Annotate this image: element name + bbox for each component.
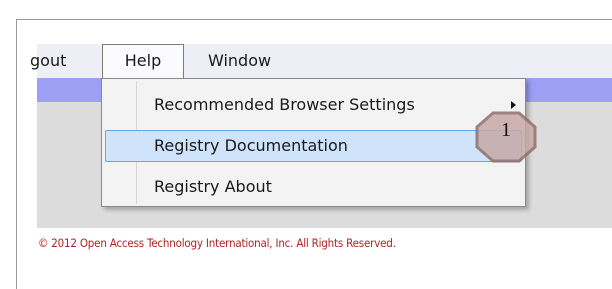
menu-item-registry-documentation[interactable]: Registry Documentation: [105, 130, 522, 162]
menu-help[interactable]: Help: [102, 44, 184, 78]
menu-item-registry-about[interactable]: Registry About: [105, 171, 522, 203]
step-callout-number: 1: [501, 119, 511, 141]
menu-logout[interactable]: gout: [30, 45, 90, 76]
menu-window[interactable]: Window: [208, 45, 271, 76]
menu-help-label: Help: [124, 51, 162, 70]
help-dropdown-menu: Recommended Browser Settings Registry Do…: [101, 78, 526, 207]
copyright-footer: © 2012 Open Access Technology Internatio…: [38, 236, 396, 250]
menu-logout-label: gout: [30, 51, 67, 70]
menu-item-label: Registry Documentation: [154, 136, 348, 155]
menu-window-label: Window: [208, 51, 272, 70]
menu-item-label: Recommended Browser Settings: [154, 95, 415, 114]
menu-item-recommended-browser-settings[interactable]: Recommended Browser Settings: [105, 89, 522, 121]
submenu-arrow-icon: [511, 101, 516, 109]
menu-item-label: Registry About: [154, 177, 272, 196]
